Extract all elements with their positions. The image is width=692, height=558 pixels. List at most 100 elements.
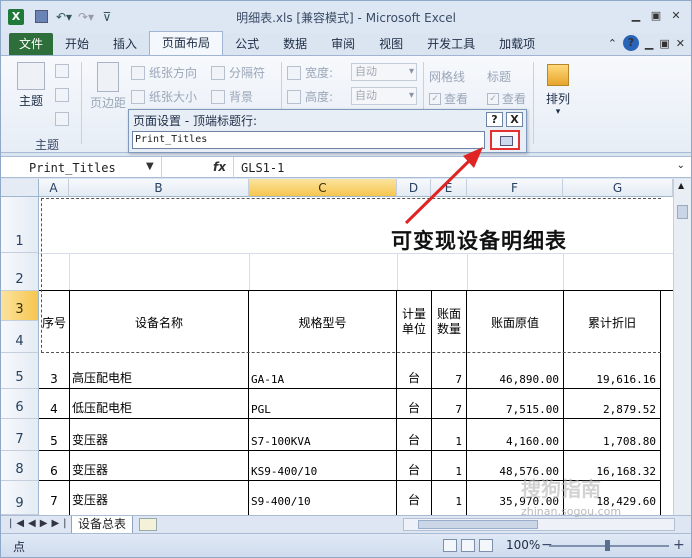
select-all-corner[interactable]: [1, 179, 39, 197]
insert-sheet-icon[interactable]: [139, 518, 157, 531]
header-seq[interactable]: 序号: [39, 291, 69, 353]
theme-colors-button[interactable]: [55, 64, 69, 78]
table-cell[interactable]: 4: [39, 389, 69, 419]
row-header-2[interactable]: 2: [1, 253, 39, 291]
close-icon[interactable]: ✕: [669, 9, 683, 23]
tab-review[interactable]: 审阅: [319, 33, 367, 55]
header-model[interactable]: 规格型号: [249, 291, 396, 353]
table-cell[interactable]: 台: [397, 419, 431, 451]
formula-input[interactable]: GLS1-1: [241, 159, 284, 177]
table-cell[interactable]: 台: [397, 481, 431, 511]
normal-view-icon[interactable]: [443, 539, 457, 552]
table-cell[interactable]: 7: [432, 353, 466, 389]
doc-restore-icon[interactable]: ▣: [659, 37, 669, 50]
zoom-slider[interactable]: [549, 540, 669, 551]
tab-data[interactable]: 数据: [271, 33, 319, 55]
tab-file[interactable]: 文件: [9, 33, 54, 55]
table-cell[interactable]: 台: [397, 451, 431, 481]
table-cell[interactable]: KS9-400/10: [249, 451, 396, 481]
expand-dialog-button[interactable]: [490, 130, 520, 150]
column-header-a[interactable]: A: [39, 179, 69, 197]
tab-insert[interactable]: 插入: [101, 33, 149, 55]
arrange-button[interactable]: 排列 ▾: [539, 62, 577, 117]
table-cell[interactable]: 19,616.16: [564, 353, 660, 389]
table-cell[interactable]: 变压器: [72, 419, 248, 451]
column-header-d[interactable]: D: [397, 179, 431, 197]
header-original-value[interactable]: 账面原值: [467, 291, 563, 353]
size-button[interactable]: 纸张大小: [131, 88, 197, 105]
sheet-tab[interactable]: 设备总表: [71, 516, 134, 534]
zoom-in-icon[interactable]: +: [673, 537, 685, 553]
row-header-3[interactable]: 3: [1, 291, 39, 321]
horizontal-scrollbar[interactable]: [403, 518, 675, 531]
expand-formula-icon[interactable]: ⌄: [677, 160, 685, 171]
gridlines-view-checkbox[interactable]: ✓ 查看: [429, 90, 468, 107]
width-combo[interactable]: 自动: [351, 63, 417, 81]
restore-icon[interactable]: ▣: [649, 9, 663, 23]
scroll-up-icon[interactable]: ▲: [678, 181, 684, 190]
table-cell[interactable]: S7-100KVA: [249, 419, 396, 451]
column-header-g[interactable]: G: [563, 179, 673, 197]
header-name[interactable]: 设备名称: [70, 291, 248, 353]
table-cell[interactable]: 台: [397, 353, 431, 389]
table-cell[interactable]: S9-400/10: [249, 481, 396, 511]
vertical-scrollbar[interactable]: ▲: [673, 179, 691, 515]
table-cell[interactable]: 6: [39, 451, 69, 481]
table-cell[interactable]: 7: [432, 389, 466, 419]
table-cell[interactable]: 台: [397, 389, 431, 419]
table-cell[interactable]: 变压器: [72, 451, 248, 481]
table-cell[interactable]: 7,515.00: [467, 389, 563, 419]
row-header-6[interactable]: 6: [1, 389, 39, 419]
table-cell[interactable]: 变压器: [72, 481, 248, 511]
page-layout-view-icon[interactable]: [461, 539, 475, 552]
table-cell[interactable]: 1: [432, 419, 466, 451]
row-header-9[interactable]: 9: [1, 481, 39, 515]
row-header-4[interactable]: 4: [1, 321, 39, 353]
minimize-icon[interactable]: ▁: [629, 9, 643, 23]
table-cell[interactable]: 4,160.00: [467, 419, 563, 451]
header-unit[interactable]: 计量 单位: [397, 291, 431, 353]
background-button[interactable]: 背景: [211, 88, 253, 105]
help-icon[interactable]: ?: [622, 35, 639, 51]
table-cell[interactable]: 1: [432, 451, 466, 481]
table-cell[interactable]: PGL: [249, 389, 396, 419]
tab-developer[interactable]: 开发工具: [415, 33, 487, 55]
sheet-nav-icons[interactable]: |◀◀▶▶|: [9, 518, 71, 529]
column-header-b[interactable]: B: [69, 179, 249, 197]
table-cell[interactable]: 7: [39, 481, 69, 511]
column-header-e[interactable]: E: [431, 179, 467, 197]
table-cell[interactable]: 46,890.00: [467, 353, 563, 389]
themes-button[interactable]: 主题: [9, 62, 53, 109]
margins-button[interactable]: 页边距: [87, 62, 129, 111]
ribbon-minimize-icon[interactable]: ⌃: [608, 37, 617, 50]
height-combo[interactable]: 自动: [351, 87, 417, 105]
tab-home[interactable]: 开始: [53, 33, 101, 55]
insert-function-icon[interactable]: fx: [213, 160, 226, 174]
dialog-help-button[interactable]: ?: [486, 112, 503, 127]
page-break-view-icon[interactable]: [479, 539, 493, 552]
column-header-f[interactable]: F: [467, 179, 563, 197]
doc-minimize-icon[interactable]: ▁: [645, 37, 653, 50]
row-header-1[interactable]: 1: [1, 197, 39, 253]
row-header-7[interactable]: 7: [1, 419, 39, 451]
header-qty[interactable]: 账面 数量: [432, 291, 466, 353]
scroll-thumb[interactable]: [677, 205, 688, 219]
zoom-level[interactable]: 100%: [506, 538, 540, 552]
theme-effects-button[interactable]: [55, 112, 69, 126]
zoom-slider-knob[interactable]: [605, 540, 610, 551]
header-depreciation[interactable]: 累计折旧: [564, 291, 660, 353]
tab-addins[interactable]: 加载项: [487, 33, 547, 55]
orientation-button[interactable]: 纸张方向: [131, 64, 197, 81]
tab-view[interactable]: 视图: [367, 33, 415, 55]
table-cell[interactable]: 1,708.80: [564, 419, 660, 451]
table-cell[interactable]: 低压配电柜: [72, 389, 248, 419]
headings-view-checkbox[interactable]: ✓ 查看: [487, 90, 526, 107]
row-header-5[interactable]: 5: [1, 353, 39, 389]
dialog-close-button[interactable]: X: [506, 112, 523, 127]
doc-close-icon[interactable]: ✕: [676, 37, 685, 50]
table-cell[interactable]: 5: [39, 419, 69, 451]
table-cell[interactable]: 3: [39, 353, 69, 389]
chevron-down-icon[interactable]: ▼: [146, 161, 154, 172]
column-header-c[interactable]: C: [249, 179, 397, 197]
tab-page-layout[interactable]: 页面布局: [149, 31, 224, 55]
